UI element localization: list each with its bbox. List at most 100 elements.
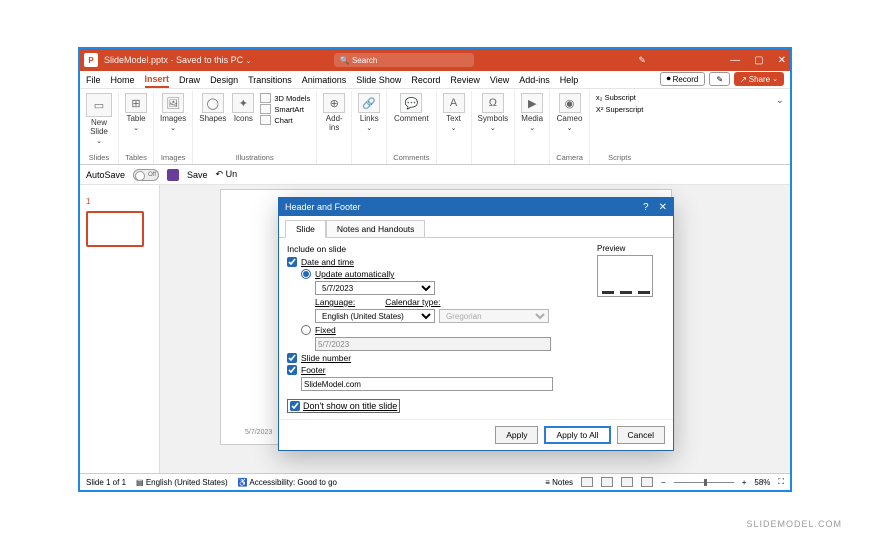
tab-draw[interactable]: Draw	[179, 73, 200, 87]
dont-show-title-frame: Don't show on title slide	[287, 399, 400, 413]
tab-addins[interactable]: Add-ins	[519, 73, 550, 87]
preview-label: Preview	[597, 244, 625, 253]
shapes-icon: ◯	[202, 93, 224, 113]
fixed-date-input[interactable]	[315, 337, 551, 351]
window-maximize[interactable]: ▢	[754, 55, 763, 66]
powerpoint-icon: P	[84, 53, 98, 67]
dont-show-title-label: Don't show on title slide	[303, 401, 397, 411]
symbols-icon: Ω	[482, 93, 504, 113]
window-close[interactable]: ✕	[778, 55, 786, 66]
dont-show-title-checkbox[interactable]	[290, 401, 300, 411]
zoom-slider[interactable]	[674, 482, 734, 483]
cancel-button[interactable]: Cancel	[617, 426, 665, 444]
tab-review[interactable]: Review	[450, 73, 480, 87]
tab-insert[interactable]: Insert	[145, 72, 170, 88]
quick-access-row: AutoSave Off Save ↶ Un	[80, 165, 790, 185]
subscript-button[interactable]: x₂ Subscript	[596, 93, 644, 102]
search-box[interactable]: 🔍 Search	[334, 53, 474, 67]
tab-transitions[interactable]: Transitions	[248, 73, 292, 87]
record-button[interactable]: ⏺ Record	[660, 72, 706, 86]
view-sorter-button[interactable]	[601, 477, 613, 487]
accessibility-status[interactable]: ♿ Accessibility: Good to go	[238, 478, 337, 487]
smartart-button[interactable]: SmartArt	[260, 104, 310, 114]
statusbar: Slide 1 of 1 ▤ English (United States) ♿…	[80, 473, 790, 490]
update-auto-radio[interactable]	[301, 269, 311, 279]
slide-thumbnail[interactable]	[86, 211, 144, 247]
tab-view[interactable]: View	[490, 73, 509, 87]
media-button[interactable]: ▶Media⌄	[521, 93, 543, 132]
dialog-close-button[interactable]: ✕	[659, 202, 667, 213]
3dmodels-button[interactable]: 3D Models	[260, 93, 310, 103]
dialog-tab-slide[interactable]: Slide	[285, 220, 326, 238]
ribbon-tabs: File Home Insert Draw Design Transitions…	[80, 71, 790, 89]
shapes-button[interactable]: ◯Shapes	[199, 93, 226, 123]
3d-icon	[260, 93, 271, 103]
slide-thumbnail-number: 1	[86, 197, 90, 206]
table-button[interactable]: ⊞Table⌄	[125, 93, 147, 132]
tab-slideshow[interactable]: Slide Show	[356, 73, 401, 87]
slide-number-checkbox[interactable]	[287, 353, 297, 363]
dialog-title: Header and Footer	[285, 202, 361, 212]
zoom-in-button[interactable]: +	[742, 478, 747, 487]
search-icon: 🔍	[340, 56, 350, 65]
cameo-button[interactable]: ◉Cameo⌄	[557, 93, 583, 132]
tab-animations[interactable]: Animations	[302, 73, 347, 87]
slide-counter: Slide 1 of 1	[86, 478, 126, 487]
preview-box	[597, 255, 653, 297]
undo-button[interactable]: ↶ Un	[216, 169, 238, 180]
symbols-button[interactable]: ΩSymbols⌄	[478, 93, 509, 132]
date-time-checkbox[interactable]	[287, 257, 297, 267]
apply-to-all-button[interactable]: Apply to All	[544, 426, 610, 444]
save-label: Save	[187, 170, 208, 180]
calendar-select[interactable]: Gregorian	[439, 309, 549, 323]
tab-file[interactable]: File	[86, 73, 101, 87]
save-icon[interactable]	[167, 169, 179, 181]
addins-icon: ⊕	[323, 93, 345, 113]
notes-button[interactable]: ≡ Notes	[545, 478, 573, 487]
apply-button[interactable]: Apply	[495, 426, 538, 444]
comment-icon: 💬	[400, 93, 422, 113]
images-icon: 🖼	[162, 93, 184, 113]
tab-help[interactable]: Help	[560, 73, 579, 87]
tab-design[interactable]: Design	[210, 73, 238, 87]
footer-text-input[interactable]	[301, 377, 553, 391]
tab-record[interactable]: Record	[411, 73, 440, 87]
group-label-camera: Camera	[556, 153, 583, 162]
superscript-button[interactable]: X² Superscript	[596, 105, 644, 114]
document-title: SlideModel.pptx · Saved to this PC ⌄	[104, 55, 251, 65]
dialog-help-button[interactable]: ?	[643, 202, 649, 213]
language-select[interactable]: English (United States)	[315, 309, 435, 323]
editing-mode-button[interactable]: ✎	[709, 72, 730, 86]
fit-to-window-button[interactable]: ⛶	[778, 477, 784, 487]
comment-button[interactable]: 💬Comment	[394, 93, 429, 123]
icons-button[interactable]: ✦Icons	[232, 93, 254, 123]
links-button[interactable]: 🔗Links⌄	[358, 93, 380, 132]
canvas-area: 5/7/2023 Header and Footer ? ✕ Slide Not…	[160, 185, 790, 473]
window-minimize[interactable]: —	[730, 55, 740, 66]
language-status[interactable]: ▤ English (United States)	[136, 478, 228, 487]
view-reading-button[interactable]	[621, 477, 633, 487]
zoom-out-button[interactable]: −	[661, 478, 666, 487]
tab-home[interactable]: Home	[111, 73, 135, 87]
text-button[interactable]: AText⌄	[443, 93, 465, 132]
smartart-icon	[260, 104, 271, 114]
zoom-percent[interactable]: 58%	[754, 478, 770, 487]
footer-checkbox[interactable]	[287, 365, 297, 375]
addins-button[interactable]: ⊕Add- ins	[323, 93, 345, 132]
new-slide-button[interactable]: ▭New Slide⌄	[86, 93, 112, 145]
ribbon-collapse[interactable]: ⌄	[770, 91, 790, 164]
dialog-titlebar[interactable]: Header and Footer ? ✕	[279, 198, 673, 216]
autosave-toggle[interactable]: Off	[133, 169, 159, 181]
text-icon: A	[443, 93, 465, 113]
date-format-select[interactable]: 5/7/2023	[315, 281, 435, 295]
dialog-tab-notes[interactable]: Notes and Handouts	[326, 220, 426, 238]
chart-button[interactable]: Chart	[260, 115, 310, 125]
view-normal-button[interactable]	[581, 477, 593, 487]
images-button[interactable]: 🖼Images⌄	[160, 93, 186, 132]
edit-icon[interactable]: ✎	[638, 55, 646, 66]
share-button[interactable]: ↗ Share ⌄	[734, 72, 784, 86]
group-label-slides: Slides	[89, 153, 109, 162]
header-footer-dialog: Header and Footer ? ✕ Slide Notes and Ha…	[278, 197, 674, 451]
view-slideshow-button[interactable]	[641, 477, 653, 487]
fixed-radio[interactable]	[301, 325, 311, 335]
